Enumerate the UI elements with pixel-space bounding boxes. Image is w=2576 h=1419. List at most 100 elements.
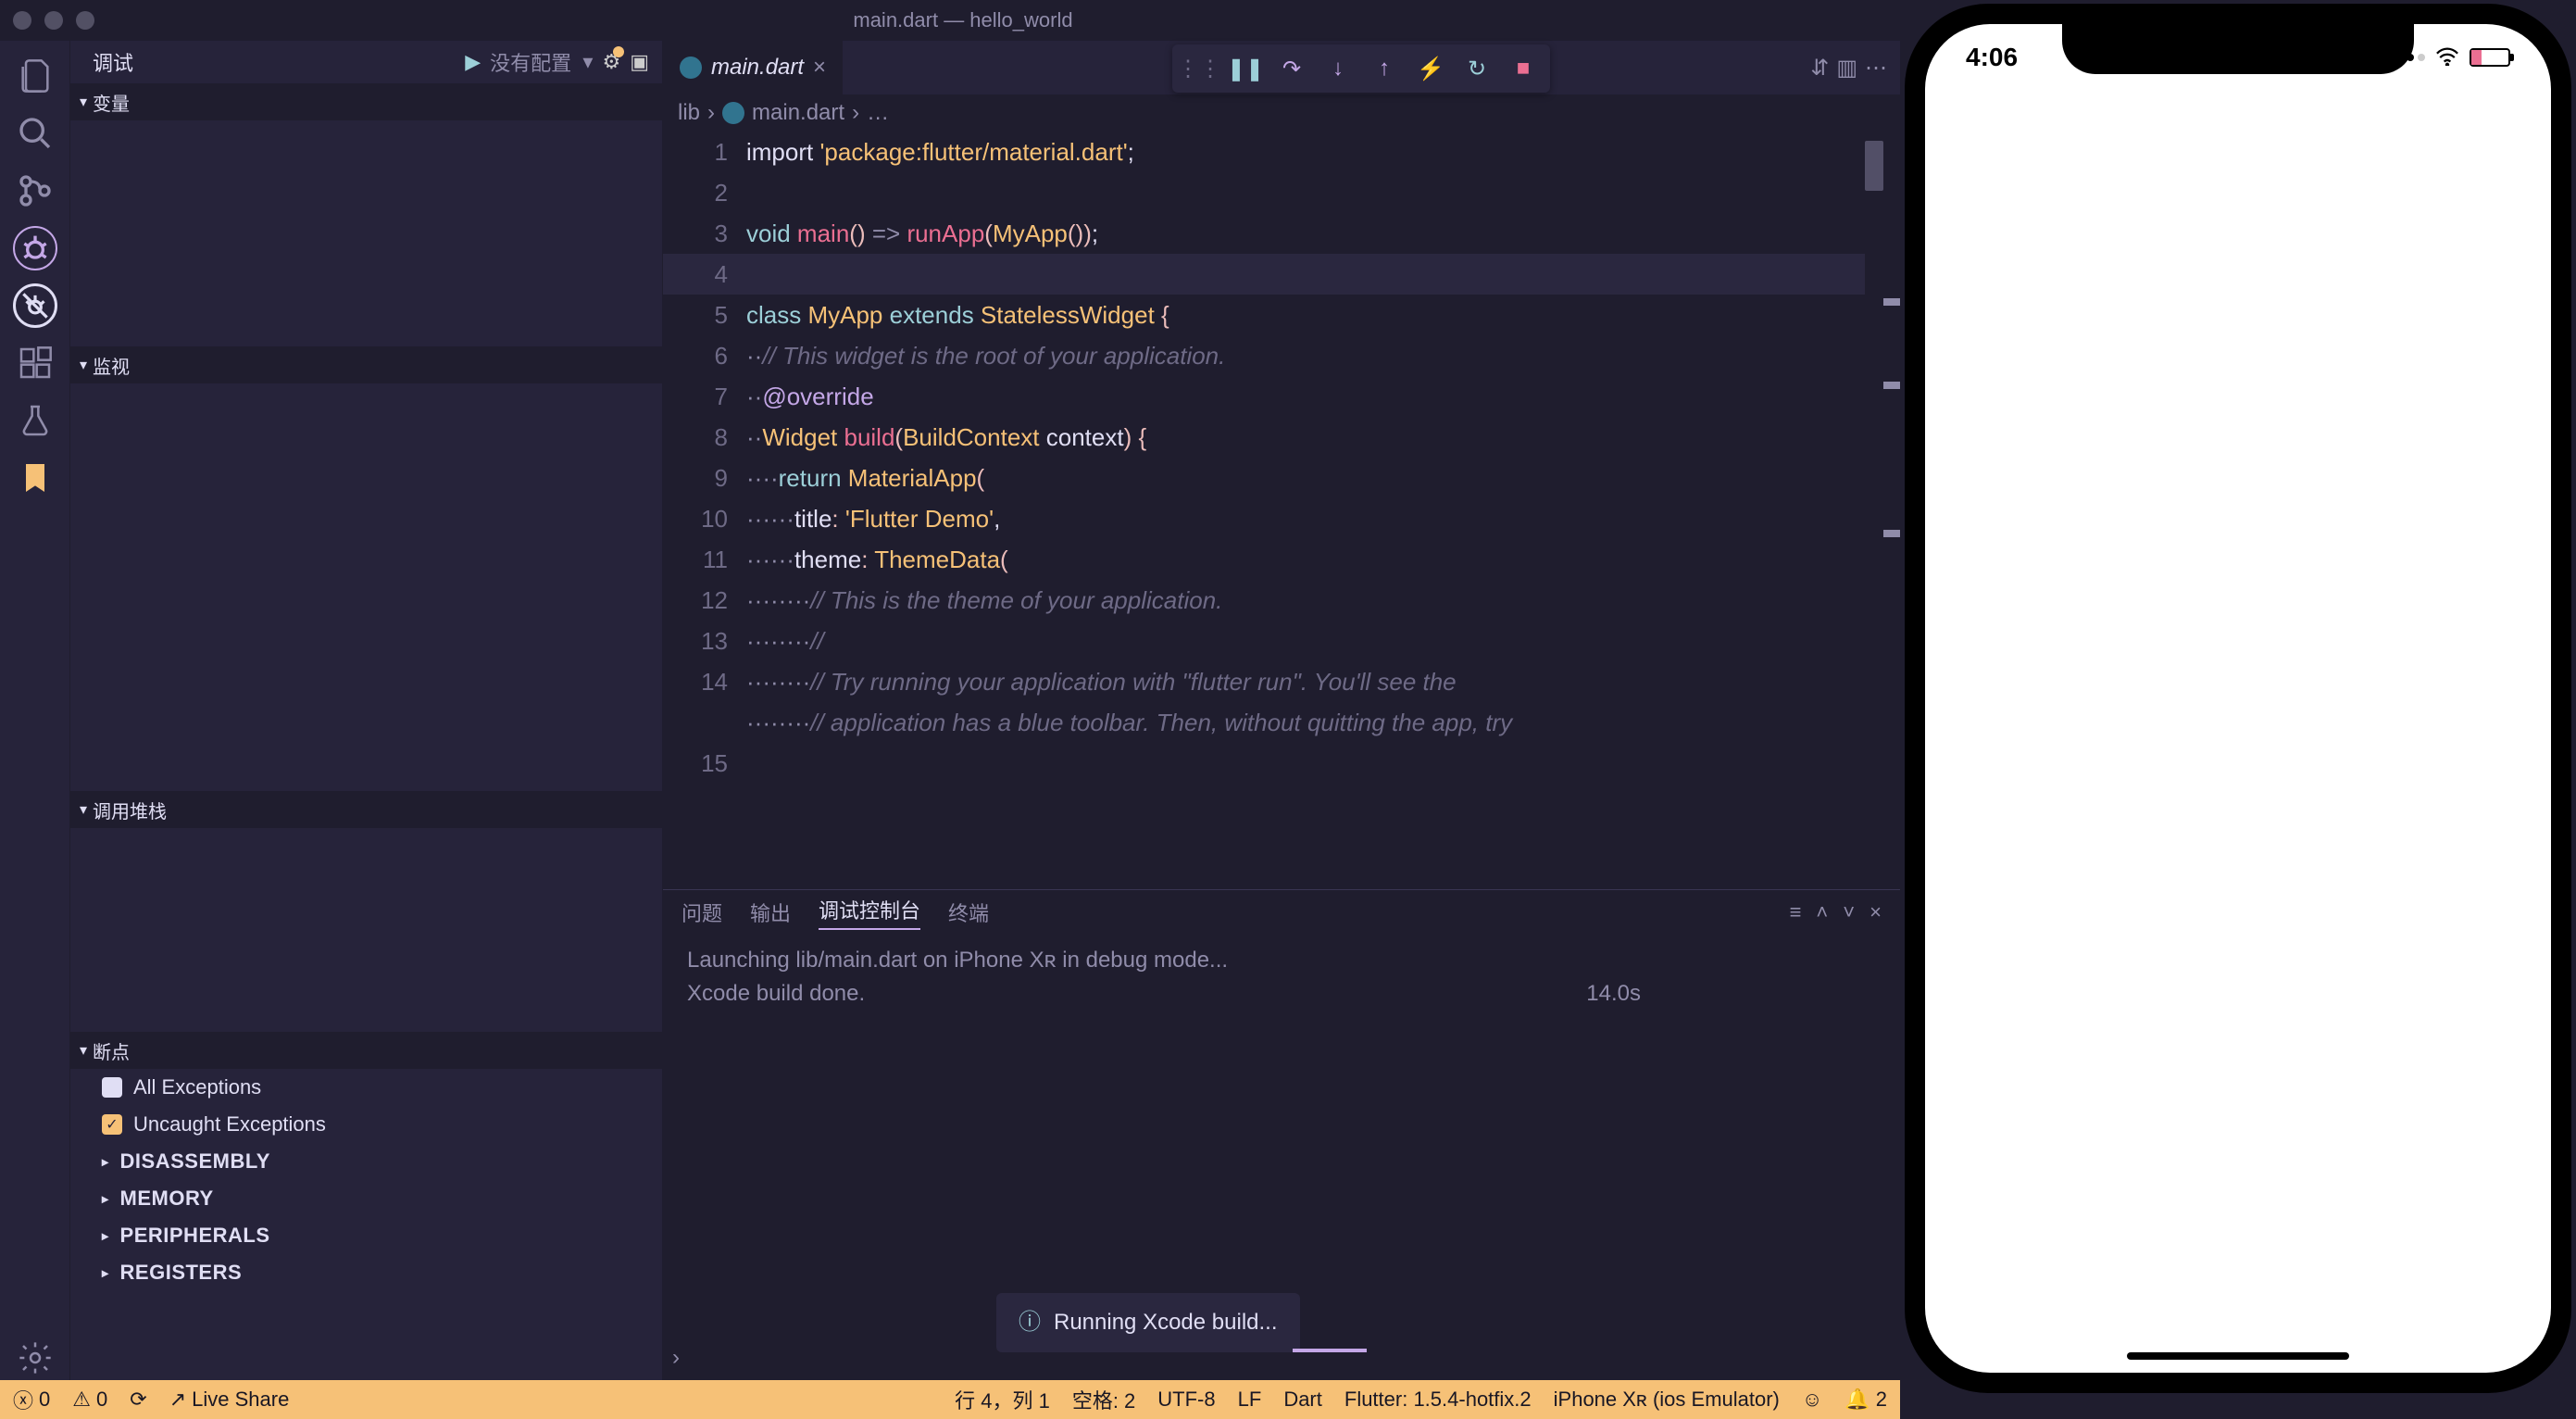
status-feedback-icon[interactable]: ☺ — [1802, 1388, 1822, 1412]
activity-bar — [0, 41, 70, 1380]
breadcrumb-file[interactable]: main.dart — [752, 100, 844, 126]
status-indent[interactable]: 空格: 2 — [1072, 1385, 1135, 1414]
memory-header[interactable]: ▸MEMORY — [70, 1180, 662, 1217]
status-live-share[interactable]: ↗ Live Share — [169, 1388, 290, 1412]
step-out-icon[interactable]: ↑ — [1363, 50, 1406, 87]
pause-icon[interactable]: ❚❚ — [1224, 50, 1267, 87]
status-sync-icon[interactable]: ⟳ — [130, 1388, 146, 1412]
status-cursor[interactable]: 行 4，列 1 — [955, 1385, 1050, 1414]
breakpoints-header[interactable]: ▾断点 — [70, 1032, 662, 1069]
progress-bar — [1293, 1349, 1367, 1352]
status-device[interactable]: iPhone Xʀ (ios Emulator) — [1554, 1388, 1780, 1412]
bookmark-icon[interactable] — [13, 456, 57, 500]
zoom-window[interactable] — [76, 11, 94, 30]
flask-icon[interactable] — [13, 398, 57, 443]
close-tab-icon[interactable]: × — [813, 55, 826, 81]
debug-title: 调试 — [83, 47, 143, 77]
tab-main-dart[interactable]: main.dart × — [663, 41, 843, 94]
extensions-icon[interactable] — [13, 341, 57, 385]
clear-console-icon[interactable]: ≡ — [1790, 900, 1802, 924]
code-content[interactable]: import 'package:flutter/material.dart';v… — [746, 132, 1865, 889]
simulator-pane: 4:06 — [1900, 0, 2576, 1419]
step-into-icon[interactable]: ↓ — [1317, 50, 1359, 87]
close-window[interactable] — [13, 11, 31, 30]
status-flutter[interactable]: Flutter: 1.5.4-hotfix.2 — [1344, 1388, 1532, 1412]
collapse-panel-icon[interactable]: ˄ — [1816, 900, 1828, 924]
debug-icon[interactable] — [13, 226, 57, 270]
wifi-icon — [2434, 43, 2460, 72]
minimap-slider[interactable] — [1865, 141, 1883, 191]
debug-float-toolbar[interactable]: ⋮⋮ ❚❚ ↷ ↓ ↑ ⚡ ↻ ■ — [1172, 44, 1550, 93]
checkbox-unchecked-icon[interactable] — [102, 1077, 122, 1098]
close-panel-icon[interactable]: × — [1869, 900, 1882, 924]
dart-file-icon — [680, 57, 702, 79]
breadcrumb-more[interactable]: … — [867, 100, 889, 126]
titlebar: main.dart — hello_world — [0, 0, 1900, 41]
step-over-icon[interactable]: ↷ — [1270, 50, 1313, 87]
search-icon[interactable] — [13, 111, 57, 156]
editor-area: main.dart × ⋮⋮ ❚❚ ↷ ↓ ↑ ⚡ ↻ ■ ⇵ ▥ ⋯ — [663, 41, 1900, 1380]
dart-file-icon — [722, 102, 744, 124]
battery-icon — [2470, 48, 2510, 67]
source-control-icon[interactable] — [13, 169, 57, 213]
breadcrumb[interactable]: lib › main.dart › … — [663, 94, 1900, 132]
tab-label: main.dart — [711, 55, 804, 81]
panel-tab-problems[interactable]: 问题 — [682, 898, 722, 927]
chevron-right-icon: › — [707, 100, 715, 126]
no-bugs-icon[interactable] — [13, 283, 57, 328]
console-prompt[interactable]: › — [663, 1341, 680, 1375]
callstack-body — [70, 828, 662, 1032]
iphone-notch — [2062, 24, 2414, 74]
info-icon: ⓘ — [1019, 1306, 1041, 1339]
status-encoding[interactable]: UTF-8 — [1157, 1388, 1215, 1412]
hot-reload-icon[interactable]: ⚡ — [1409, 50, 1452, 87]
breakpoint-uncaught-exceptions[interactable]: ✓Uncaught Exceptions — [70, 1106, 662, 1143]
status-warnings[interactable]: ⚠ 0 — [72, 1388, 107, 1412]
iphone-frame: 4:06 — [1905, 4, 2571, 1393]
chevron-right-icon: › — [852, 100, 859, 126]
disassembly-header[interactable]: ▸DISASSEMBLY — [70, 1143, 662, 1180]
split-editor-icon[interactable]: ▥ — [1836, 55, 1857, 82]
debug-settings-icon[interactable]: ⚙ — [602, 50, 620, 74]
stop-icon[interactable]: ■ — [1502, 50, 1544, 87]
toast-text: Running Xcode build... — [1054, 1306, 1278, 1339]
callstack-header[interactable]: ▾调用堆栈 — [70, 791, 662, 828]
checkbox-checked-icon[interactable]: ✓ — [102, 1114, 122, 1135]
bottom-panel: 问题 输出 调试控制台 终端 ≡ ˄ ˅ × Launching lib/mai… — [663, 889, 1900, 1380]
console-line: Launching lib/main.dart on iPhone Xʀ in … — [687, 944, 1876, 977]
watch-header[interactable]: ▾监视 — [70, 346, 662, 383]
drag-handle-icon[interactable]: ⋮⋮ — [1178, 50, 1220, 87]
registers-header[interactable]: ▸REGISTERS — [70, 1254, 662, 1291]
debug-console-output[interactable]: Launching lib/main.dart on iPhone Xʀ in … — [663, 935, 1900, 1380]
breadcrumb-lib[interactable]: lib — [678, 100, 700, 126]
breakpoint-all-exceptions[interactable]: All Exceptions — [70, 1069, 662, 1106]
panel-tab-output[interactable]: 输出 — [750, 898, 791, 927]
toast-notification: ⓘ Running Xcode build... — [996, 1293, 1300, 1352]
status-language[interactable]: Dart — [1283, 1388, 1322, 1412]
expand-panel-icon[interactable]: ˅ — [1843, 900, 1855, 924]
start-debug-button[interactable]: ▶ — [465, 50, 481, 74]
minimize-window[interactable] — [44, 11, 63, 30]
iphone-screen[interactable]: 4:06 — [1925, 24, 2551, 1373]
debug-config-dropdown[interactable]: 没有配置 ▾ — [490, 47, 593, 77]
status-notifications[interactable]: 🔔 2 — [1844, 1388, 1887, 1412]
files-icon[interactable] — [13, 54, 57, 98]
settings-gear-icon[interactable] — [13, 1336, 57, 1380]
home-indicator[interactable] — [2127, 1352, 2349, 1360]
compare-changes-icon[interactable]: ⇵ — [1810, 55, 1829, 82]
overview-ruler[interactable] — [1883, 132, 1900, 889]
status-eol[interactable]: LF — [1238, 1388, 1262, 1412]
panel-tab-terminal[interactable]: 终端 — [948, 898, 989, 927]
status-errors[interactable]: ⓧ 0 — [13, 1385, 50, 1414]
code-editor[interactable]: 123456789101112131415 import 'package:fl… — [663, 132, 1900, 889]
variables-header[interactable]: ▾变量 — [70, 83, 662, 120]
variables-body — [70, 120, 662, 346]
debug-console-toggle-icon[interactable]: ▣ — [630, 50, 649, 74]
minimap[interactable] — [1865, 132, 1883, 889]
debug-sidebar: 调试 ▶ 没有配置 ▾ ⚙ ▣ ▾变量 ▾监视 ▾调用堆栈 ▾断点 All Ex… — [70, 41, 663, 1380]
peripherals-header[interactable]: ▸PERIPHERALS — [70, 1217, 662, 1254]
panel-tab-debug-console[interactable]: 调试控制台 — [819, 895, 920, 930]
status-bar: ⓧ 0 ⚠ 0 ⟳ ↗ Live Share 行 4，列 1 空格: 2 UTF… — [0, 1380, 1900, 1419]
more-actions-icon[interactable]: ⋯ — [1865, 55, 1887, 82]
restart-icon[interactable]: ↻ — [1456, 50, 1498, 87]
